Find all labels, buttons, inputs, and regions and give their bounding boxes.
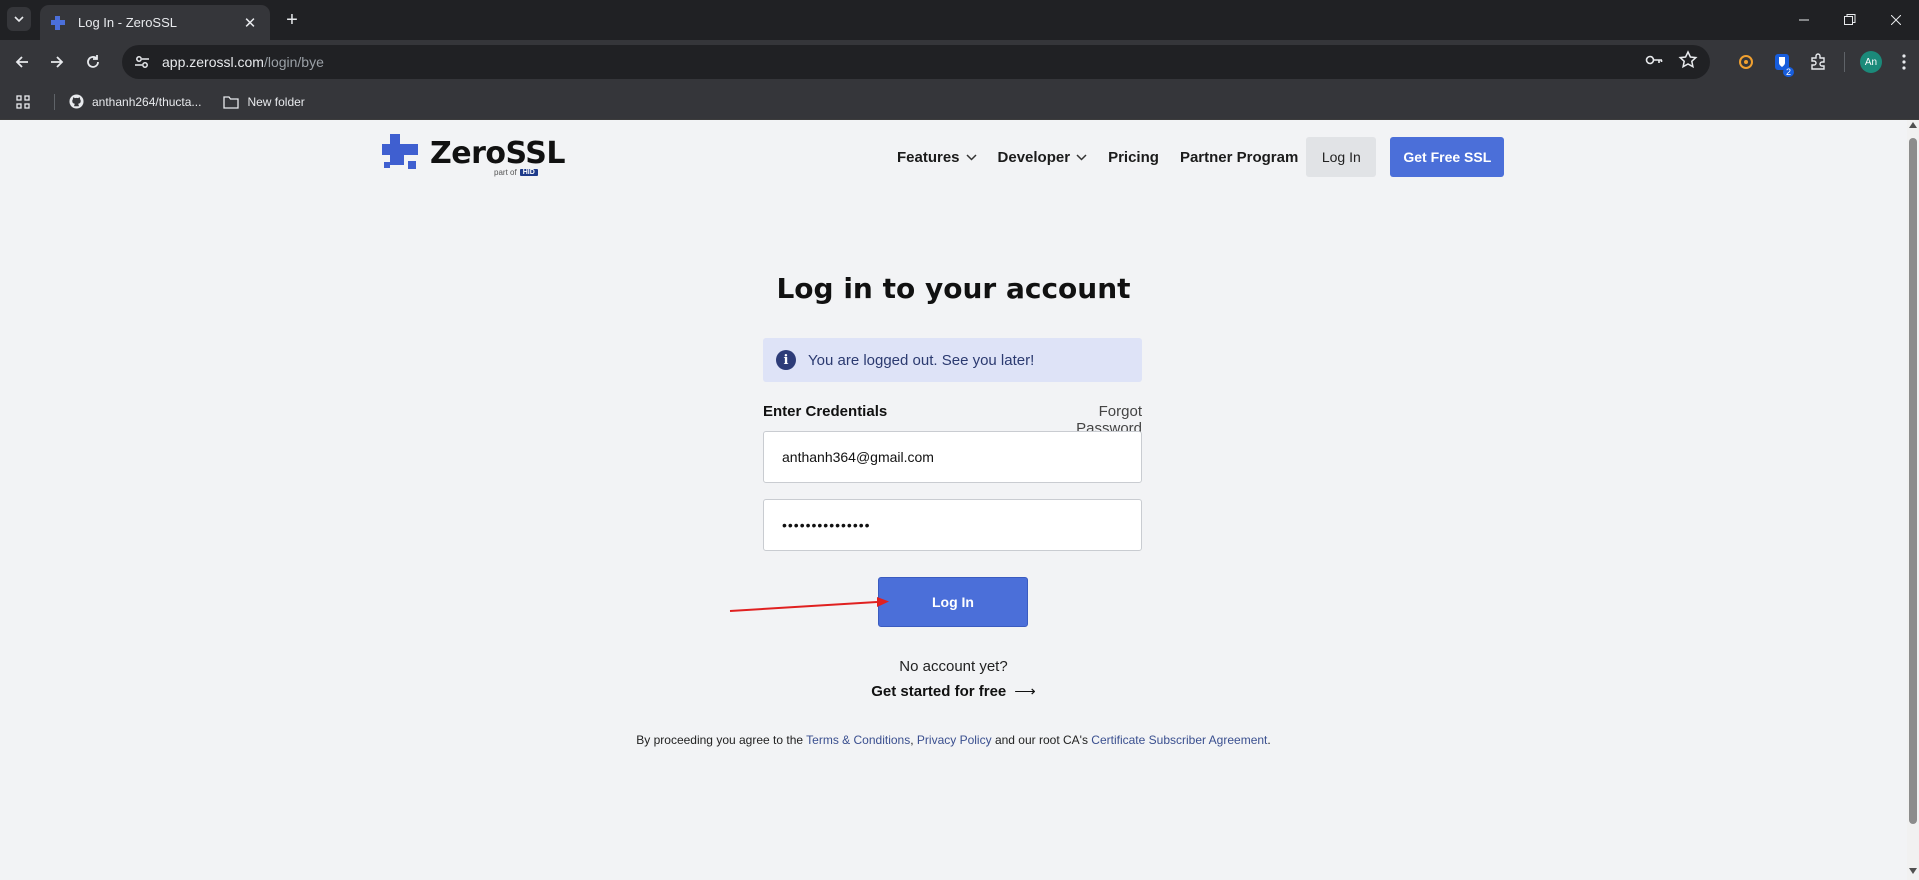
terms-link[interactable]: Terms & Conditions: [806, 733, 910, 747]
arrow-left-icon: [15, 56, 28, 68]
info-icon: i: [776, 350, 796, 370]
url-path: /login/bye: [263, 54, 324, 70]
legal-prefix: By proceeding you agree to the: [636, 733, 804, 747]
scrollbar-thumb[interactable]: [1909, 138, 1917, 824]
forward-button[interactable]: [45, 50, 69, 74]
extensions-puzzle-icon[interactable]: [1800, 44, 1836, 80]
address-bar[interactable]: app.zerossl.com/login/bye: [122, 45, 1710, 79]
nav-features-label: Features: [897, 148, 960, 166]
password-key-icon[interactable]: [1644, 50, 1664, 70]
avatar: An: [1860, 51, 1882, 73]
chevron-down-icon: [966, 153, 977, 161]
logout-alert: i You are logged out. See you later!: [763, 338, 1142, 382]
github-icon: [69, 94, 84, 109]
email-field[interactable]: [763, 431, 1142, 483]
get-free-ssl-button[interactable]: Get Free SSL: [1390, 137, 1505, 177]
zerossl-favicon-icon: [50, 14, 68, 32]
bookmark-star-icon[interactable]: [1678, 50, 1698, 70]
bitwarden-extension-icon[interactable]: 2: [1764, 44, 1800, 80]
chevron-down-icon: [1076, 153, 1087, 161]
logo-sub-text: part of: [494, 168, 517, 177]
legal-middle: and our root CA's: [994, 733, 1088, 747]
tab-search-button[interactable]: [7, 7, 31, 31]
extension-orange-icon[interactable]: [1728, 44, 1764, 80]
page-title: Log in to your account: [776, 272, 1131, 305]
url-text: app.zerossl.com/login/bye: [162, 54, 324, 70]
get-started-link[interactable]: Get started for free ⟶: [0, 682, 1907, 700]
nav-developer-label: Developer: [997, 148, 1071, 166]
extensions-area: 2 An: [1728, 40, 1919, 84]
new-tab-button[interactable]: +: [280, 8, 304, 32]
hid-badge: HID: [519, 169, 538, 176]
privacy-link[interactable]: Privacy Policy: [917, 733, 992, 747]
minimize-button[interactable]: [1781, 0, 1827, 40]
alert-message: You are logged out. See you later!: [808, 351, 1035, 369]
scroll-down-arrow-icon[interactable]: [1909, 868, 1917, 874]
folder-icon: [223, 95, 240, 109]
bookmarks-bar: anthanh264/thucta... New folder: [0, 84, 1919, 120]
reload-icon: [87, 55, 99, 68]
subscriber-agreement-link[interactable]: Certificate Subscriber Agreement: [1091, 733, 1267, 747]
no-account-text: No account yet?: [899, 658, 1008, 675]
site-settings-icon[interactable]: [134, 54, 150, 70]
logo-text: ZeroSSL: [430, 136, 566, 171]
zerossl-logo[interactable]: ZeroSSL part of HID: [382, 134, 566, 177]
apps-button[interactable]: [16, 94, 38, 109]
nav-developer[interactable]: Developer: [998, 149, 1088, 166]
site-header: ZeroSSL part of HID Features Developer P…: [0, 120, 1907, 190]
bookmark-folder-label: New folder: [247, 94, 305, 109]
web-page: ZeroSSL part of HID Features Developer P…: [0, 120, 1919, 880]
profile-button[interactable]: An: [1853, 44, 1889, 80]
zerossl-logo-icon: [382, 134, 418, 169]
omnibox-actions: [1644, 50, 1698, 70]
browser-menu-button[interactable]: [1889, 44, 1919, 80]
apps-grid-icon: [16, 94, 30, 109]
scroll-up-arrow-icon[interactable]: [1909, 122, 1917, 128]
login-submit-button[interactable]: Log In: [878, 577, 1028, 627]
minimize-icon: [1799, 19, 1809, 21]
nav-partner-program[interactable]: Partner Program: [1180, 149, 1298, 166]
password-field[interactable]: [763, 499, 1142, 551]
credentials-label: Enter Credentials: [763, 403, 888, 420]
close-icon: [1891, 15, 1901, 25]
restore-icon: [1844, 14, 1856, 25]
tab-strip: Log In - ZeroSSL ✕ +: [0, 0, 1919, 40]
legal-notice: By proceeding you agree to the Terms & C…: [0, 733, 1907, 747]
tab-close-icon[interactable]: ✕: [240, 14, 260, 32]
more-vertical-icon: [1902, 54, 1906, 70]
browser-toolbar: app.zerossl.com/login/bye 2 An: [0, 40, 1919, 84]
bookmark-new-folder[interactable]: New folder: [223, 94, 305, 109]
tab-title: Log In - ZeroSSL: [78, 15, 177, 30]
close-window-button[interactable]: [1873, 0, 1919, 40]
get-started-label: Get started for free: [871, 683, 1007, 700]
restore-button[interactable]: [1827, 0, 1873, 40]
url-host: app.zerossl.com: [162, 54, 264, 70]
reload-button[interactable]: [81, 50, 105, 74]
nav-pricing[interactable]: Pricing: [1108, 149, 1159, 166]
legal-suffix: .: [1267, 733, 1271, 747]
bookmark-github-label: anthanh264/thucta...: [92, 94, 202, 109]
logo-subtitle: part of HID: [494, 168, 538, 177]
arrow-right-icon: [51, 56, 64, 68]
nav-features[interactable]: Features: [897, 149, 977, 166]
chevron-down-icon: [14, 16, 24, 23]
page-scrollbar[interactable]: [1907, 120, 1919, 880]
bookmarks-separator: [54, 93, 55, 110]
legal-comma: ,: [910, 733, 914, 747]
back-button[interactable]: [10, 50, 34, 74]
window-controls: [1781, 0, 1919, 40]
bookmark-github[interactable]: anthanh264/thucta...: [69, 94, 201, 109]
extension-badge: 2: [1782, 67, 1794, 77]
arrow-right-icon: ⟶: [1014, 683, 1036, 700]
main-nav: Features Developer Pricing Partner Progr…: [897, 137, 1505, 177]
browser-tab-active[interactable]: Log In - ZeroSSL ✕: [40, 5, 270, 40]
toolbar-divider: [1844, 52, 1845, 72]
header-login-button[interactable]: Log In: [1306, 137, 1377, 177]
annotation-arrow: [729, 597, 889, 612]
